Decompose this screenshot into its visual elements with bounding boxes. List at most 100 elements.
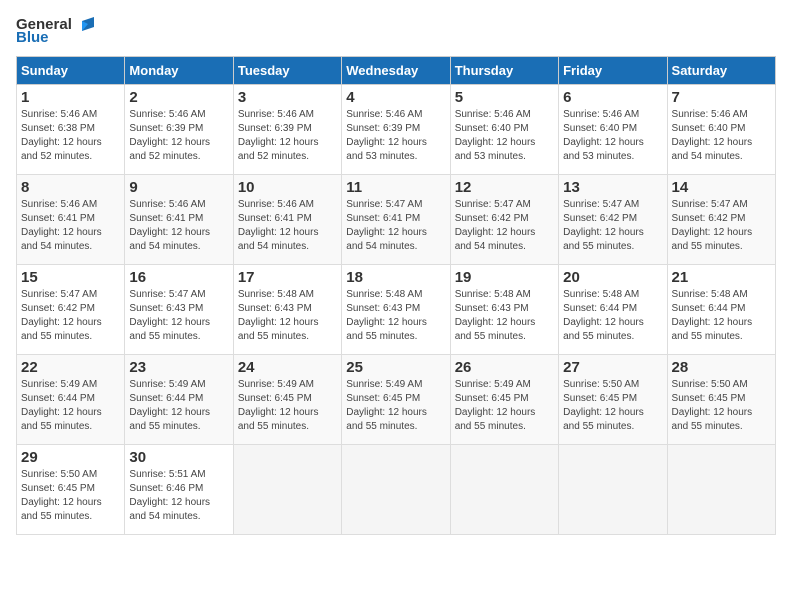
calendar-cell: 22 Sunrise: 5:49 AMSunset: 6:44 PMDaylig… (17, 355, 125, 445)
day-details: Sunrise: 5:46 AMSunset: 6:39 PMDaylight:… (129, 109, 210, 162)
day-details: Sunrise: 5:50 AMSunset: 6:45 PMDaylight:… (672, 379, 753, 432)
calendar-cell: 20 Sunrise: 5:48 AMSunset: 6:44 PMDaylig… (559, 265, 667, 355)
header-wednesday: Wednesday (342, 57, 450, 85)
calendar-cell: 16 Sunrise: 5:47 AMSunset: 6:43 PMDaylig… (125, 265, 233, 355)
calendar-cell: 29 Sunrise: 5:50 AMSunset: 6:45 PMDaylig… (17, 445, 125, 535)
calendar-cell: 25 Sunrise: 5:49 AMSunset: 6:45 PMDaylig… (342, 355, 450, 445)
week-row-5: 29 Sunrise: 5:50 AMSunset: 6:45 PMDaylig… (17, 445, 776, 535)
logo: General Blue (16, 16, 94, 46)
week-row-3: 15 Sunrise: 5:47 AMSunset: 6:42 PMDaylig… (17, 265, 776, 355)
week-row-2: 8 Sunrise: 5:46 AMSunset: 6:41 PMDayligh… (17, 175, 776, 265)
header-thursday: Thursday (450, 57, 558, 85)
day-details: Sunrise: 5:47 AMSunset: 6:42 PMDaylight:… (21, 289, 102, 342)
day-number: 5 (455, 89, 554, 106)
page-header: General Blue (16, 16, 776, 46)
calendar-cell: 14 Sunrise: 5:47 AMSunset: 6:42 PMDaylig… (667, 175, 775, 265)
day-number: 28 (672, 359, 771, 376)
day-details: Sunrise: 5:48 AMSunset: 6:43 PMDaylight:… (238, 289, 319, 342)
day-number: 2 (129, 89, 228, 106)
day-details: Sunrise: 5:47 AMSunset: 6:42 PMDaylight:… (563, 199, 644, 252)
day-details: Sunrise: 5:46 AMSunset: 6:40 PMDaylight:… (455, 109, 536, 162)
day-details: Sunrise: 5:47 AMSunset: 6:41 PMDaylight:… (346, 199, 427, 252)
calendar-cell: 11 Sunrise: 5:47 AMSunset: 6:41 PMDaylig… (342, 175, 450, 265)
day-details: Sunrise: 5:46 AMSunset: 6:41 PMDaylight:… (21, 199, 102, 252)
calendar-cell (342, 445, 450, 535)
day-number: 6 (563, 89, 662, 106)
calendar-cell (667, 445, 775, 535)
calendar-cell: 26 Sunrise: 5:49 AMSunset: 6:45 PMDaylig… (450, 355, 558, 445)
week-row-4: 22 Sunrise: 5:49 AMSunset: 6:44 PMDaylig… (17, 355, 776, 445)
calendar-cell (450, 445, 558, 535)
day-number: 12 (455, 179, 554, 196)
day-number: 29 (21, 449, 120, 466)
logo-bird-icon (74, 17, 94, 33)
day-number: 30 (129, 449, 228, 466)
day-number: 9 (129, 179, 228, 196)
calendar-cell: 7 Sunrise: 5:46 AMSunset: 6:40 PMDayligh… (667, 85, 775, 175)
day-details: Sunrise: 5:50 AMSunset: 6:45 PMDaylight:… (21, 469, 102, 522)
calendar-cell: 23 Sunrise: 5:49 AMSunset: 6:44 PMDaylig… (125, 355, 233, 445)
calendar-cell: 28 Sunrise: 5:50 AMSunset: 6:45 PMDaylig… (667, 355, 775, 445)
day-number: 25 (346, 359, 445, 376)
day-details: Sunrise: 5:47 AMSunset: 6:43 PMDaylight:… (129, 289, 210, 342)
calendar-cell: 6 Sunrise: 5:46 AMSunset: 6:40 PMDayligh… (559, 85, 667, 175)
day-number: 10 (238, 179, 337, 196)
calendar-cell: 30 Sunrise: 5:51 AMSunset: 6:46 PMDaylig… (125, 445, 233, 535)
day-details: Sunrise: 5:46 AMSunset: 6:40 PMDaylight:… (672, 109, 753, 162)
day-number: 15 (21, 269, 120, 286)
calendar-cell: 3 Sunrise: 5:46 AMSunset: 6:39 PMDayligh… (233, 85, 341, 175)
day-number: 16 (129, 269, 228, 286)
day-number: 4 (346, 89, 445, 106)
calendar-cell (559, 445, 667, 535)
day-details: Sunrise: 5:46 AMSunset: 6:39 PMDaylight:… (346, 109, 427, 162)
day-details: Sunrise: 5:47 AMSunset: 6:42 PMDaylight:… (672, 199, 753, 252)
day-number: 27 (563, 359, 662, 376)
calendar-cell: 18 Sunrise: 5:48 AMSunset: 6:43 PMDaylig… (342, 265, 450, 355)
header-row: SundayMondayTuesdayWednesdayThursdayFrid… (17, 57, 776, 85)
calendar-cell: 21 Sunrise: 5:48 AMSunset: 6:44 PMDaylig… (667, 265, 775, 355)
day-details: Sunrise: 5:51 AMSunset: 6:46 PMDaylight:… (129, 469, 210, 522)
calendar-cell: 19 Sunrise: 5:48 AMSunset: 6:43 PMDaylig… (450, 265, 558, 355)
day-number: 22 (21, 359, 120, 376)
calendar-cell: 9 Sunrise: 5:46 AMSunset: 6:41 PMDayligh… (125, 175, 233, 265)
calendar-cell (233, 445, 341, 535)
calendar-cell: 15 Sunrise: 5:47 AMSunset: 6:42 PMDaylig… (17, 265, 125, 355)
day-details: Sunrise: 5:49 AMSunset: 6:44 PMDaylight:… (129, 379, 210, 432)
header-tuesday: Tuesday (233, 57, 341, 85)
calendar-cell: 5 Sunrise: 5:46 AMSunset: 6:40 PMDayligh… (450, 85, 558, 175)
day-details: Sunrise: 5:50 AMSunset: 6:45 PMDaylight:… (563, 379, 644, 432)
day-details: Sunrise: 5:47 AMSunset: 6:42 PMDaylight:… (455, 199, 536, 252)
calendar-cell: 27 Sunrise: 5:50 AMSunset: 6:45 PMDaylig… (559, 355, 667, 445)
day-number: 3 (238, 89, 337, 106)
calendar-cell: 24 Sunrise: 5:49 AMSunset: 6:45 PMDaylig… (233, 355, 341, 445)
day-number: 14 (672, 179, 771, 196)
day-number: 24 (238, 359, 337, 376)
day-number: 1 (21, 89, 120, 106)
day-details: Sunrise: 5:46 AMSunset: 6:41 PMDaylight:… (129, 199, 210, 252)
day-number: 8 (21, 179, 120, 196)
day-number: 23 (129, 359, 228, 376)
calendar-cell: 12 Sunrise: 5:47 AMSunset: 6:42 PMDaylig… (450, 175, 558, 265)
day-details: Sunrise: 5:46 AMSunset: 6:39 PMDaylight:… (238, 109, 319, 162)
day-details: Sunrise: 5:48 AMSunset: 6:43 PMDaylight:… (346, 289, 427, 342)
calendar-cell: 17 Sunrise: 5:48 AMSunset: 6:43 PMDaylig… (233, 265, 341, 355)
day-details: Sunrise: 5:49 AMSunset: 6:45 PMDaylight:… (455, 379, 536, 432)
header-monday: Monday (125, 57, 233, 85)
day-details: Sunrise: 5:46 AMSunset: 6:38 PMDaylight:… (21, 109, 102, 162)
day-details: Sunrise: 5:48 AMSunset: 6:44 PMDaylight:… (563, 289, 644, 342)
day-details: Sunrise: 5:46 AMSunset: 6:41 PMDaylight:… (238, 199, 319, 252)
header-saturday: Saturday (667, 57, 775, 85)
day-details: Sunrise: 5:49 AMSunset: 6:45 PMDaylight:… (346, 379, 427, 432)
day-details: Sunrise: 5:48 AMSunset: 6:43 PMDaylight:… (455, 289, 536, 342)
header-friday: Friday (559, 57, 667, 85)
day-number: 13 (563, 179, 662, 196)
logo-text-blue: Blue (16, 29, 49, 46)
day-number: 21 (672, 269, 771, 286)
day-number: 18 (346, 269, 445, 286)
calendar-table: SundayMondayTuesdayWednesdayThursdayFrid… (16, 56, 776, 535)
day-number: 20 (563, 269, 662, 286)
day-details: Sunrise: 5:49 AMSunset: 6:44 PMDaylight:… (21, 379, 102, 432)
calendar-cell: 4 Sunrise: 5:46 AMSunset: 6:39 PMDayligh… (342, 85, 450, 175)
calendar-cell: 10 Sunrise: 5:46 AMSunset: 6:41 PMDaylig… (233, 175, 341, 265)
header-sunday: Sunday (17, 57, 125, 85)
